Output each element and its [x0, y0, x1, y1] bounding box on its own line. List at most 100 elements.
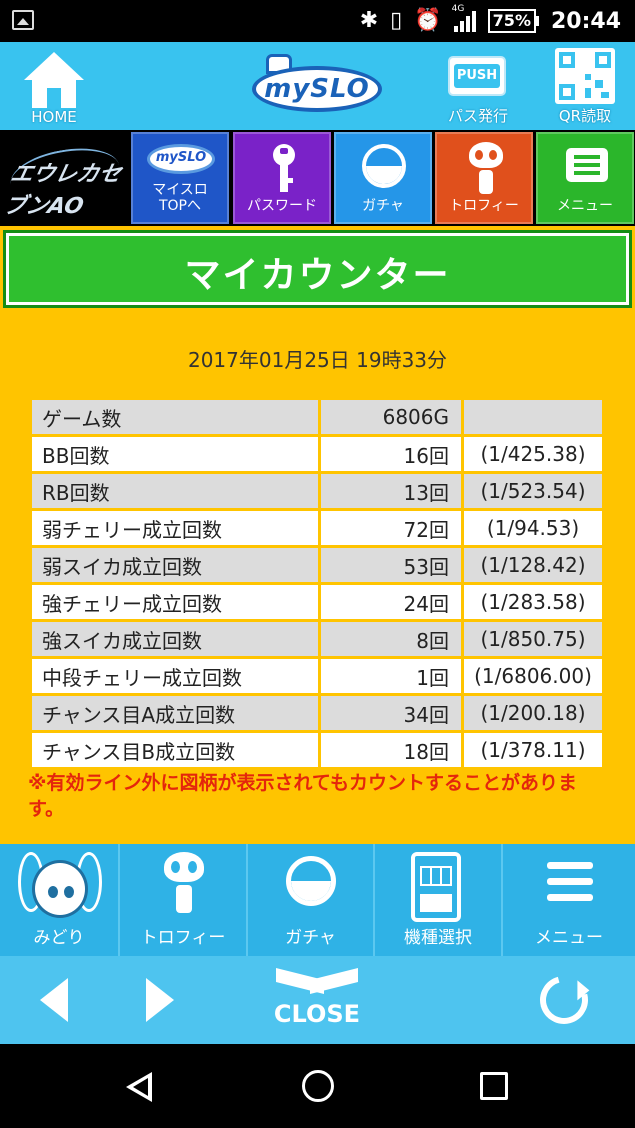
table-row: ゲーム数 6806G: [32, 400, 604, 437]
nav-gacha[interactable]: ガチャ: [334, 132, 432, 224]
vibrate-icon: ▯: [390, 8, 403, 33]
nav-menu[interactable]: メニュー: [536, 132, 634, 224]
android-home-icon[interactable]: [302, 1070, 334, 1102]
key-icon: [273, 144, 295, 192]
game-logo[interactable]: エウレカセブンAO: [0, 130, 130, 226]
stat-probability: (1/6806.00): [464, 659, 602, 693]
android-recents-icon[interactable]: [480, 1072, 508, 1100]
bluetooth-icon: ✱: [359, 8, 379, 33]
bottom-nav-gacha-label: ガチャ: [285, 928, 336, 948]
signal-icon: 4G: [452, 4, 476, 32]
bottom-nav-menu[interactable]: メニュー: [503, 844, 635, 956]
stat-count: 6806G: [321, 400, 461, 434]
bottom-nav-midori[interactable]: みどり: [0, 844, 120, 956]
stat-count: 53回: [321, 548, 461, 582]
table-row: 弱チェリー成立回数 72回 (1/94.53): [32, 511, 604, 548]
gacha-icon: [286, 856, 336, 906]
table-row: 強チェリー成立回数 24回 (1/283.58): [32, 585, 604, 622]
qr-code-icon: [555, 48, 615, 104]
nav-trophy[interactable]: トロフィー: [435, 132, 533, 224]
stat-probability: (1/850.75): [464, 622, 602, 656]
stat-probability: (1/378.11): [464, 733, 602, 767]
table-row: RB回数 13回 (1/523.54): [32, 474, 604, 511]
stat-count: 24回: [321, 585, 461, 619]
stat-probability: [464, 400, 602, 434]
stat-name: RB回数: [32, 474, 318, 508]
count-note: ※有効ライン外に図柄が表示されてもカウントすることがあります。: [28, 772, 577, 820]
stat-count: 8回: [321, 622, 461, 656]
android-back-icon[interactable]: [126, 1072, 152, 1102]
stat-name: 強スイカ成立回数: [32, 622, 318, 656]
page-title-bar: マイカウンター: [3, 230, 632, 308]
trophy-robot-icon: [162, 852, 206, 916]
page-title: マイカウンター: [184, 255, 451, 296]
close-label: CLOSE: [273, 1000, 361, 1028]
back-arrow-icon[interactable]: [40, 978, 68, 1022]
stat-count: 13回: [321, 474, 461, 508]
clock: 20:44: [550, 8, 621, 34]
pass-issue-button[interactable]: PUSH パス発行: [438, 42, 518, 130]
title-area: マイカウンター: [0, 226, 635, 312]
stat-count: 72回: [321, 511, 461, 545]
game-logo-text: エウレカセブンAO: [1, 162, 124, 219]
reload-icon[interactable]: [531, 967, 597, 1033]
table-row: チャンス目B成立回数 18回 (1/378.11): [32, 733, 604, 770]
battery-level: 75%: [487, 9, 536, 33]
nav-row: エウレカセブンAO mySLO マイスロ TOPへ パスワード ガチャ トロフィ…: [0, 130, 635, 226]
home-label: HOME: [31, 108, 77, 126]
stat-count: 16回: [321, 437, 461, 471]
stat-probability: (1/94.53): [464, 511, 602, 545]
push-icon: PUSH: [448, 56, 506, 96]
stat-probability: (1/200.18): [464, 696, 602, 730]
stat-probability: (1/128.42): [464, 548, 602, 582]
counter-datetime: 2017年01月25日 19時33分: [187, 348, 448, 372]
bottom-nav-trophy-label: トロフィー: [140, 928, 226, 948]
table-row: 中段チェリー成立回数 1回 (1/6806.00): [32, 659, 604, 696]
nav-myslo-top-label: マイスロ TOPへ: [152, 182, 208, 214]
qr-read-label: QR読取: [558, 107, 612, 125]
stat-probability: (1/425.38): [464, 437, 602, 471]
control-bar: CLOSE: [0, 956, 635, 1044]
stat-name: 強チェリー成立回数: [32, 585, 318, 619]
nav-gacha-label: ガチャ: [362, 198, 404, 214]
nav-password[interactable]: パスワード: [233, 132, 331, 224]
bottom-nav-trophy[interactable]: トロフィー: [120, 844, 248, 956]
bottom-nav-gacha[interactable]: ガチャ: [248, 844, 375, 956]
stat-probability: (1/283.58): [464, 585, 602, 619]
stat-name: 中段チェリー成立回数: [32, 659, 318, 693]
gacha-icon: [362, 144, 406, 188]
nav-myslo-top[interactable]: mySLO マイスロ TOPへ: [131, 132, 229, 224]
table-row: 弱スイカ成立回数 53回 (1/128.42): [32, 548, 604, 585]
stat-count: 18回: [321, 733, 461, 767]
nav-menu-label: メニュー: [557, 198, 613, 214]
battery-icon: 75%: [487, 9, 539, 33]
bottom-nav-midori-label: みどり: [33, 928, 85, 948]
android-nav-bar: [0, 1044, 635, 1128]
close-button[interactable]: CLOSE: [262, 968, 372, 1038]
stat-probability: (1/523.54): [464, 474, 602, 508]
stat-name: チャンス目B成立回数: [32, 733, 318, 767]
bottom-nav: みどり トロフィー ガチャ 機種選択 メニュー: [0, 844, 635, 956]
bottom-nav-machine-select[interactable]: 機種選択: [375, 844, 503, 956]
home-icon: [24, 52, 84, 108]
bottom-nav-machine-select-label: 機種選択: [404, 928, 472, 948]
stat-count: 1回: [321, 659, 461, 693]
hamburger-menu-icon: [547, 862, 593, 902]
forward-arrow-icon[interactable]: [146, 978, 174, 1022]
stats-table: ゲーム数 6806G BB回数 16回 (1/425.38) RB回数 13回 …: [32, 400, 604, 770]
status-bar: ✱ ▯ ⏰ 4G 75% 20:44: [0, 0, 635, 42]
chevron-down-icon: [276, 968, 358, 998]
myslo-logo[interactable]: mySLO: [252, 52, 382, 116]
counter-panel: 2017年01月25日 19時33分 ゲーム数 6806G BB回数 16回 (…: [0, 312, 635, 844]
table-row: 強スイカ成立回数 8回 (1/850.75): [32, 622, 604, 659]
app-header: HOME mySLO PUSH パス発行 QR読取: [0, 42, 635, 130]
midori-character-icon: [18, 850, 102, 926]
bottom-nav-menu-label: メニュー: [535, 928, 603, 948]
home-button[interactable]: HOME: [14, 42, 94, 130]
trophy-robot-icon: [467, 142, 505, 194]
qr-read-button[interactable]: QR読取: [545, 42, 625, 130]
alarm-icon: ⏰: [414, 8, 442, 33]
stat-name: ゲーム数: [32, 400, 318, 434]
table-row: チャンス目A成立回数 34回 (1/200.18): [32, 696, 604, 733]
pass-issue-label: パス発行: [447, 107, 508, 125]
